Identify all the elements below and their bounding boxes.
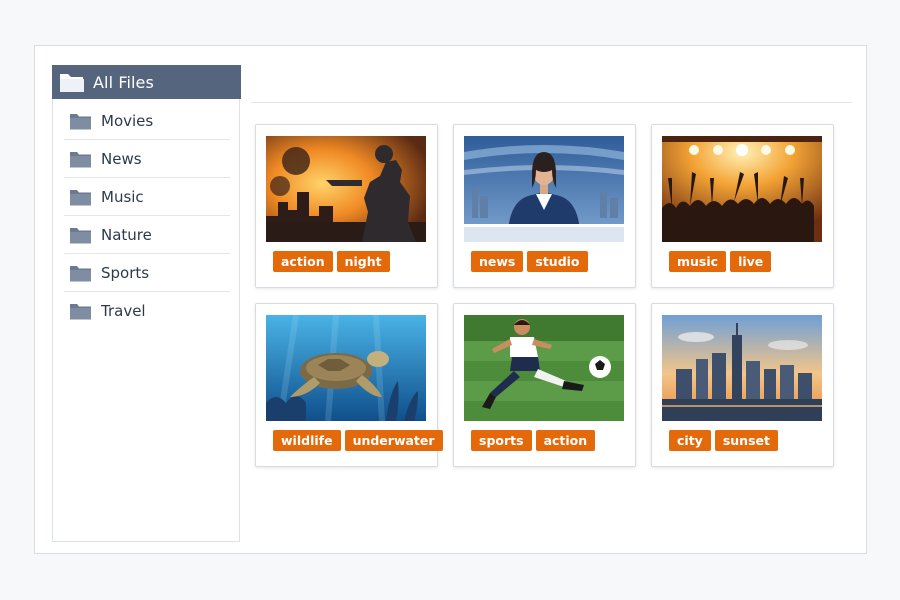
- tag-list: sports action: [471, 430, 596, 451]
- media-card-news[interactable]: news studio: [453, 124, 636, 288]
- toolbar-divider: [251, 102, 852, 103]
- tag-badge[interactable]: wildlife: [273, 430, 341, 451]
- sidebar-item-label: Movies: [101, 111, 154, 130]
- folder-icon: [70, 151, 91, 167]
- sidebar-item-nature[interactable]: Nature: [64, 216, 230, 254]
- sidebar-item-label: Travel: [101, 302, 146, 320]
- folder-icon: [70, 265, 91, 281]
- tag-badge[interactable]: action: [273, 251, 333, 272]
- tag-badge[interactable]: sunset: [714, 430, 778, 451]
- folder-icon: [70, 227, 91, 243]
- tag-badge[interactable]: music: [669, 251, 727, 272]
- media-thumbnail: [464, 136, 624, 242]
- tag-badge[interactable]: news: [471, 251, 524, 272]
- sidebar-item-travel[interactable]: Travel: [64, 292, 230, 330]
- media-thumbnail: [266, 136, 426, 242]
- sidebar-item-music[interactable]: Music: [64, 178, 230, 216]
- tag-list: music live: [669, 251, 772, 272]
- file-browser-window: All Files Movies News Music Nature Sport…: [34, 45, 867, 554]
- tag-list: news studio: [471, 251, 588, 272]
- media-thumbnail: [266, 315, 426, 421]
- tag-badge[interactable]: action: [535, 430, 596, 451]
- media-card-soccer[interactable]: sports action: [453, 303, 636, 467]
- media-card-turtle[interactable]: wildlife underwater: [255, 303, 443, 467]
- tag-badge[interactable]: sports: [471, 430, 532, 451]
- tag-list: wildlife underwater: [273, 430, 443, 451]
- sidebar-item-all-files[interactable]: All Files: [52, 65, 241, 99]
- media-card-concert[interactable]: music live: [651, 124, 834, 288]
- media-thumbnail: [662, 136, 822, 242]
- sidebar-item-label: Nature: [101, 225, 152, 244]
- media-card-city[interactable]: city sunset: [651, 303, 834, 467]
- tag-badge[interactable]: live: [730, 251, 772, 272]
- tag-badge[interactable]: night: [336, 251, 390, 272]
- folder-icon: [70, 113, 91, 129]
- sidebar-item-label: Sports: [101, 263, 150, 282]
- sidebar-item-news[interactable]: News: [64, 140, 230, 178]
- sidebar-item-movies[interactable]: Movies: [64, 102, 230, 140]
- sidebar-item-label: News: [101, 149, 142, 168]
- sidebar-item-label: Music: [101, 187, 144, 206]
- sidebar-header-label: All Files: [93, 72, 154, 92]
- folder-open-icon: [60, 74, 84, 92]
- media-card-action[interactable]: action night: [255, 124, 438, 288]
- sidebar-item-sports[interactable]: Sports: [64, 254, 230, 292]
- sidebar: All Files Movies News Music Nature Sport…: [52, 65, 241, 542]
- media-thumbnail: [464, 315, 624, 421]
- tag-list: action night: [273, 251, 390, 272]
- tag-list: city sunset: [669, 430, 778, 451]
- media-thumbnail: [662, 315, 822, 421]
- folder-icon: [70, 189, 91, 205]
- tag-badge[interactable]: studio: [527, 251, 588, 272]
- tag-badge[interactable]: city: [669, 430, 711, 451]
- tag-badge[interactable]: underwater: [344, 430, 443, 451]
- folder-icon: [70, 304, 91, 320]
